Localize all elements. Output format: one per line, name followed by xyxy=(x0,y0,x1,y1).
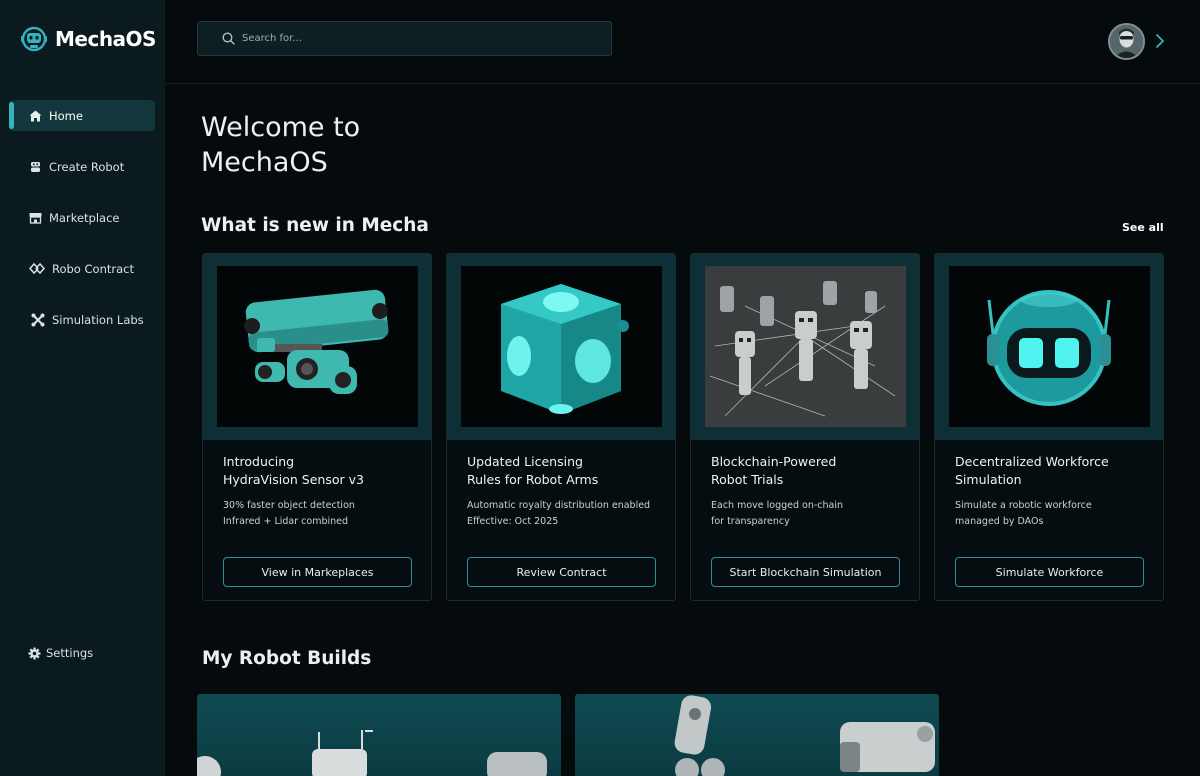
robot-build-image xyxy=(674,695,935,776)
chevron-right-icon[interactable] xyxy=(1154,33,1166,49)
sidebar-item-simulation-labs[interactable]: Simulation Labs xyxy=(9,304,155,335)
card-title-line: Introducing xyxy=(223,454,295,469)
robot-head-illustration xyxy=(987,290,1111,406)
sidebar-item-label: Simulation Labs xyxy=(52,312,144,327)
sidebar-item-home[interactable]: Home xyxy=(9,100,155,131)
contract-icon xyxy=(29,262,45,275)
card-desc-line: Infrared + Lidar combined xyxy=(223,516,349,527)
card-title-line: Simulation xyxy=(955,472,1022,487)
app-root: MechaOS Home Create Robot Marketplace Ro… xyxy=(0,0,1200,776)
sidebar-item-create-robot[interactable]: Create Robot xyxy=(9,151,155,182)
robot-logo-icon xyxy=(21,26,47,52)
card-header xyxy=(691,254,919,440)
logo[interactable]: MechaOS xyxy=(20,26,156,52)
review-contract-button[interactable]: Review Contract xyxy=(467,557,656,587)
welcome-line-2: MechaOS xyxy=(201,147,328,178)
card-description: Simulate a robotic workforce managed by … xyxy=(955,498,1160,530)
card-title-line: Decentralized Workforce xyxy=(955,454,1109,469)
card-image-cube xyxy=(461,266,662,427)
robot-icon xyxy=(31,161,40,172)
welcome-line-1: Welcome to xyxy=(201,112,361,143)
card-header xyxy=(935,254,1163,440)
sidebar-item-label: Marketplace xyxy=(49,210,120,225)
app-name: MechaOS xyxy=(55,27,156,51)
sidebar-item-label: Create Robot xyxy=(49,159,125,174)
view-in-marketplaces-button[interactable]: View in Markeplaces xyxy=(223,557,412,587)
news-card: Updated Licensing Rules for Robot Arms A… xyxy=(446,253,676,601)
card-desc-line: Automatic royalty distribution enabled xyxy=(467,500,651,511)
robot-build-card[interactable] xyxy=(197,694,561,776)
card-image-robot-network xyxy=(705,266,906,427)
search-input[interactable] xyxy=(242,33,602,44)
news-card: Introducing HydraVision Sensor v3 30% fa… xyxy=(202,253,432,601)
card-image-robot-head xyxy=(949,266,1150,427)
sidebar-item-label: Robo Contract xyxy=(52,261,134,276)
card-title: Decentralized Workforce Simulation xyxy=(955,453,1155,489)
cube-illustration xyxy=(501,284,629,414)
search-icon xyxy=(222,32,235,45)
card-header xyxy=(447,254,675,440)
card-desc-line: 30% faster object detection xyxy=(223,500,355,511)
card-title: Introducing HydraVision Sensor v3 xyxy=(223,453,423,489)
gear-icon xyxy=(28,647,41,659)
card-desc-line: Simulate a robotic workforce xyxy=(955,500,1092,511)
card-desc-line: managed by DAOs xyxy=(955,516,1044,527)
sensor-illustration xyxy=(244,289,389,394)
avatar[interactable] xyxy=(1108,23,1145,60)
robot-build-image xyxy=(197,730,547,776)
sidebar-nav: Home Create Robot Marketplace Robo Contr… xyxy=(9,100,155,355)
card-title-line: Robot Trials xyxy=(711,472,784,487)
card-title-line: Updated Licensing xyxy=(467,454,583,469)
see-all-link[interactable]: See all xyxy=(1122,221,1164,234)
page-title: Welcome to MechaOS xyxy=(201,110,360,180)
card-header xyxy=(203,254,431,440)
robot-build-card[interactable] xyxy=(575,694,939,776)
top-header xyxy=(165,0,1200,84)
card-desc-line: for transparency xyxy=(711,516,790,527)
settings-label: Settings xyxy=(46,646,94,660)
robot-network-illustration xyxy=(705,266,906,427)
sidebar-item-marketplace[interactable]: Marketplace xyxy=(9,202,155,233)
start-blockchain-simulation-button[interactable]: Start Blockchain Simulation xyxy=(711,557,900,587)
search-box[interactable] xyxy=(197,21,612,56)
simulate-workforce-button[interactable]: Simulate Workforce xyxy=(955,557,1144,587)
card-description: Automatic royalty distribution enabled E… xyxy=(467,498,672,530)
news-section-title: What is new in Mecha xyxy=(201,215,429,236)
card-desc-line: Effective: Oct 2025 xyxy=(467,516,559,527)
home-icon xyxy=(29,110,42,121)
card-title-line: HydraVision Sensor v3 xyxy=(223,472,364,487)
card-title: Updated Licensing Rules for Robot Arms xyxy=(467,453,667,489)
news-card: Blockchain-Powered Robot Trials Each mov… xyxy=(690,253,920,601)
card-desc-line: Each move logged on-chain xyxy=(711,500,844,511)
simulation-icon xyxy=(31,313,45,326)
user-avatar-icon xyxy=(1110,25,1143,58)
sidebar: MechaOS Home Create Robot Marketplace Ro… xyxy=(0,0,165,776)
card-image-sensor xyxy=(217,266,418,427)
card-description: 30% faster object detection Infrared + L… xyxy=(223,498,428,530)
card-title: Blockchain-Powered Robot Trials xyxy=(711,453,911,489)
store-icon xyxy=(29,212,42,224)
sidebar-item-robo-contract[interactable]: Robo Contract xyxy=(9,253,155,284)
news-card: Decentralized Workforce Simulation Simul… xyxy=(934,253,1164,601)
sidebar-item-label: Home xyxy=(49,108,83,123)
card-description: Each move logged on-chain for transparen… xyxy=(711,498,916,530)
builds-section-title: My Robot Builds xyxy=(202,648,372,669)
sidebar-item-settings[interactable]: Settings xyxy=(28,646,93,660)
card-title-line: Blockchain-Powered xyxy=(711,454,837,469)
card-title-line: Rules for Robot Arms xyxy=(467,472,599,487)
